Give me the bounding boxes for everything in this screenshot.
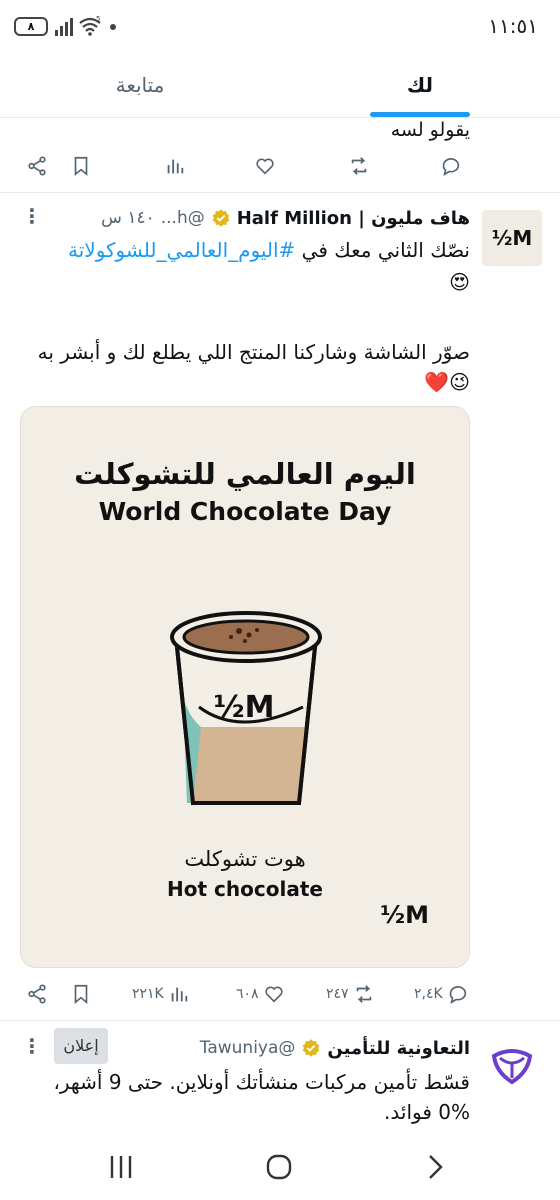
views-button[interactable]: ٢٢١K — [132, 974, 190, 1014]
tweet-emoji-line2: 😉❤️ — [424, 370, 470, 394]
ad-label: إعلان — [54, 1028, 108, 1064]
wifi-label: 5 — [96, 15, 100, 23]
avatar[interactable]: ½M — [482, 210, 542, 266]
author-name[interactable]: هاف مليون | Half Million — [237, 208, 470, 229]
views-icon — [167, 159, 184, 174]
tweet-emoji-line: 😍 — [449, 270, 470, 294]
retweet-icon — [351, 157, 367, 175]
more-options-icon[interactable]: ⋮ — [22, 204, 42, 228]
tweet-text-line3: صوّر الشاشة وشاركنا المنتج اللي يطلع لك … — [37, 340, 470, 364]
share-icon — [28, 984, 46, 1004]
signal-icon — [55, 18, 73, 36]
tawuniya-avatar[interactable] — [486, 1038, 538, 1090]
reply-button[interactable] — [440, 146, 462, 186]
battery-icon: ٨ — [14, 17, 48, 36]
home-icon[interactable] — [264, 1152, 294, 1182]
hot-chocolate-cup-illustration: ½M — [170, 611, 322, 805]
reply-icon — [449, 986, 466, 1004]
recent-apps-icon[interactable] — [106, 1152, 136, 1182]
share-icon — [28, 156, 46, 176]
product-name-arabic: هوت تشوكلت — [184, 847, 306, 871]
reply-button[interactable]: ٢,٤K — [414, 974, 469, 1014]
views-button[interactable] — [164, 146, 186, 186]
clock: ١١:٥١ — [488, 14, 538, 38]
cup-logo: ½M — [214, 690, 275, 725]
ad-author-name[interactable]: التعاونية للتأمين — [327, 1038, 470, 1059]
bookmark-button[interactable] — [70, 974, 92, 1014]
divider — [0, 192, 560, 193]
bookmark-icon — [74, 156, 88, 177]
retweet-button[interactable]: ٢٤٧ — [326, 974, 375, 1014]
previous-tweet-actions — [0, 146, 560, 186]
replies-count: ٢,٤K — [414, 986, 443, 1002]
tab-following[interactable]: متابعة — [0, 58, 280, 118]
tweet-time[interactable]: ١٤٠ س — [101, 208, 155, 228]
brand-logo: ½M — [380, 901, 429, 929]
status-bar: ٨ 5 ١١:٥١ — [0, 0, 560, 58]
heart-icon — [264, 986, 283, 1003]
verified-badge-icon — [303, 1039, 320, 1057]
like-button[interactable]: ٦٠٨ — [236, 974, 285, 1014]
retweet-icon — [356, 985, 371, 1003]
share-button[interactable] — [26, 974, 48, 1014]
tab-for-you[interactable]: لك — [280, 58, 560, 118]
reply-icon — [442, 158, 460, 176]
tweet-text: نصّك الثاني معك في — [295, 238, 470, 262]
ad-text-line1: قسّط تأمين مركبات منشأتك أونلاين. حتى 9 … — [53, 1070, 470, 1094]
likes-count: ٦٠٨ — [236, 986, 259, 1002]
timeline-tabs: متابعة لك — [0, 58, 560, 118]
bookmark-button[interactable] — [70, 146, 92, 186]
tweet-text-line1: نصّك الثاني معك في #اليوم_العالمي_للشوكو… — [20, 236, 470, 264]
tweet-media-image[interactable]: اليوم العالمي للتشوكلت World Chocolate D… — [20, 406, 470, 968]
notification-dot — [110, 24, 116, 30]
tweet-actions: ٢٢١K ٦٠٨ ٢٤٧ ٢,٤K — [0, 974, 560, 1014]
author-handle[interactable]: @h... — [161, 208, 205, 228]
product-name-english: Hot chocolate — [167, 877, 323, 901]
tweet-header: هاف مليون | Half Million @h... ١٤٠ س — [20, 204, 470, 232]
like-button[interactable] — [254, 146, 276, 186]
system-nav-bar — [0, 1130, 560, 1200]
previous-tweet-text: يقولو لسه — [390, 119, 470, 141]
verified-badge-icon — [212, 209, 230, 227]
views-count: ٢٢١K — [132, 986, 164, 1002]
share-button[interactable] — [26, 146, 48, 186]
ad-tweet-header: التعاونية للتأمين @Tawuniya — [200, 1034, 470, 1062]
media-title-arabic: اليوم العالمي للتشوكلت — [74, 457, 416, 491]
wifi-icon: 5 — [79, 15, 101, 36]
retweets-count: ٢٤٧ — [326, 986, 349, 1002]
ad-author-handle[interactable]: @Tawuniya — [200, 1038, 296, 1058]
retweet-button[interactable] — [348, 146, 370, 186]
battery-level: ٨ — [27, 20, 35, 33]
views-icon — [171, 987, 187, 1002]
media-title-english: World Chocolate Day — [98, 497, 392, 526]
active-tab-indicator — [370, 112, 470, 117]
ad-text-line2: 0% فوائد. — [384, 1100, 470, 1124]
hashtag-link[interactable]: #اليوم_العالمي_للشوكولاتة — [68, 238, 295, 262]
bookmark-icon — [74, 984, 88, 1005]
divider — [0, 1020, 560, 1021]
more-options-icon[interactable]: ⋮ — [22, 1034, 42, 1058]
heart-icon — [256, 158, 274, 175]
back-icon[interactable] — [420, 1152, 450, 1182]
